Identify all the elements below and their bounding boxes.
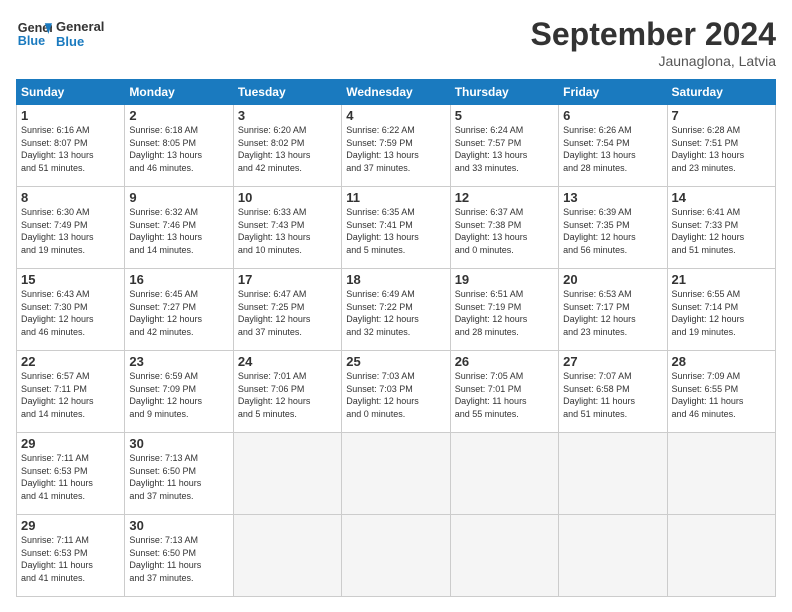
- table-row: [233, 433, 341, 515]
- col-wednesday: Wednesday: [342, 80, 450, 105]
- table-row: 10Sunrise: 6:33 AMSunset: 7:43 PMDayligh…: [233, 187, 341, 269]
- col-friday: Friday: [559, 80, 667, 105]
- table-row: 29Sunrise: 7:11 AMSunset: 6:53 PMDayligh…: [17, 433, 125, 515]
- table-row: 5Sunrise: 6:24 AMSunset: 7:57 PMDaylight…: [450, 105, 558, 187]
- table-row: 4Sunrise: 6:22 AMSunset: 7:59 PMDaylight…: [342, 105, 450, 187]
- page: General Blue General Blue September 2024…: [0, 0, 792, 612]
- table-row: 13Sunrise: 6:39 AMSunset: 7:35 PMDayligh…: [559, 187, 667, 269]
- calendar-week-6: 29Sunrise: 7:11 AMSunset: 6:53 PMDayligh…: [17, 515, 776, 597]
- calendar-week-4: 22Sunrise: 6:57 AMSunset: 7:11 PMDayligh…: [17, 351, 776, 433]
- col-saturday: Saturday: [667, 80, 775, 105]
- logo: General Blue General Blue: [16, 16, 104, 52]
- calendar-week-1: 1Sunrise: 6:16 AMSunset: 8:07 PMDaylight…: [17, 105, 776, 187]
- header: General Blue General Blue September 2024…: [16, 16, 776, 69]
- table-row: 30Sunrise: 7:13 AMSunset: 6:50 PMDayligh…: [125, 433, 233, 515]
- table-row: 26Sunrise: 7:05 AMSunset: 7:01 PMDayligh…: [450, 351, 558, 433]
- table-row: 7Sunrise: 6:28 AMSunset: 7:51 PMDaylight…: [667, 105, 775, 187]
- table-row: 20Sunrise: 6:53 AMSunset: 7:17 PMDayligh…: [559, 269, 667, 351]
- table-row: 18Sunrise: 6:49 AMSunset: 7:22 PMDayligh…: [342, 269, 450, 351]
- calendar-week-2: 8Sunrise: 6:30 AMSunset: 7:49 PMDaylight…: [17, 187, 776, 269]
- logo-general: General: [56, 19, 104, 34]
- table-row: 30Sunrise: 7:13 AMSunset: 6:50 PMDayligh…: [125, 515, 233, 597]
- table-row: 15Sunrise: 6:43 AMSunset: 7:30 PMDayligh…: [17, 269, 125, 351]
- table-row: 16Sunrise: 6:45 AMSunset: 7:27 PMDayligh…: [125, 269, 233, 351]
- table-row: 27Sunrise: 7:07 AMSunset: 6:58 PMDayligh…: [559, 351, 667, 433]
- table-row: 2Sunrise: 6:18 AMSunset: 8:05 PMDaylight…: [125, 105, 233, 187]
- col-thursday: Thursday: [450, 80, 558, 105]
- table-row: [667, 433, 775, 515]
- title-block: September 2024 Jaunaglona, Latvia: [531, 16, 776, 69]
- table-row: 28Sunrise: 7:09 AMSunset: 6:55 PMDayligh…: [667, 351, 775, 433]
- table-row: [667, 515, 775, 597]
- table-row: 23Sunrise: 6:59 AMSunset: 7:09 PMDayligh…: [125, 351, 233, 433]
- col-tuesday: Tuesday: [233, 80, 341, 105]
- table-row: 22Sunrise: 6:57 AMSunset: 7:11 PMDayligh…: [17, 351, 125, 433]
- logo-blue: Blue: [56, 34, 104, 49]
- calendar-title: September 2024: [531, 16, 776, 53]
- table-row: [450, 515, 558, 597]
- table-row: 25Sunrise: 7:03 AMSunset: 7:03 PMDayligh…: [342, 351, 450, 433]
- table-row: 19Sunrise: 6:51 AMSunset: 7:19 PMDayligh…: [450, 269, 558, 351]
- calendar-table: Sunday Monday Tuesday Wednesday Thursday…: [16, 79, 776, 597]
- table-row: 8Sunrise: 6:30 AMSunset: 7:49 PMDaylight…: [17, 187, 125, 269]
- table-row: [450, 433, 558, 515]
- table-row: 24Sunrise: 7:01 AMSunset: 7:06 PMDayligh…: [233, 351, 341, 433]
- table-row: [342, 515, 450, 597]
- table-row: [559, 433, 667, 515]
- table-row: 6Sunrise: 6:26 AMSunset: 7:54 PMDaylight…: [559, 105, 667, 187]
- calendar-subtitle: Jaunaglona, Latvia: [531, 53, 776, 69]
- table-row: 9Sunrise: 6:32 AMSunset: 7:46 PMDaylight…: [125, 187, 233, 269]
- table-row: 11Sunrise: 6:35 AMSunset: 7:41 PMDayligh…: [342, 187, 450, 269]
- table-row: 17Sunrise: 6:47 AMSunset: 7:25 PMDayligh…: [233, 269, 341, 351]
- col-monday: Monday: [125, 80, 233, 105]
- table-row: 12Sunrise: 6:37 AMSunset: 7:38 PMDayligh…: [450, 187, 558, 269]
- table-row: [559, 515, 667, 597]
- table-row: 14Sunrise: 6:41 AMSunset: 7:33 PMDayligh…: [667, 187, 775, 269]
- table-row: [233, 515, 341, 597]
- logo-icon: General Blue: [16, 16, 52, 52]
- col-sunday: Sunday: [17, 80, 125, 105]
- calendar-week-3: 15Sunrise: 6:43 AMSunset: 7:30 PMDayligh…: [17, 269, 776, 351]
- table-row: 1Sunrise: 6:16 AMSunset: 8:07 PMDaylight…: [17, 105, 125, 187]
- table-row: [342, 433, 450, 515]
- table-row: 21Sunrise: 6:55 AMSunset: 7:14 PMDayligh…: [667, 269, 775, 351]
- calendar-header-row: Sunday Monday Tuesday Wednesday Thursday…: [17, 80, 776, 105]
- table-row: 3Sunrise: 6:20 AMSunset: 8:02 PMDaylight…: [233, 105, 341, 187]
- svg-text:Blue: Blue: [18, 34, 45, 48]
- calendar-week-5: 29Sunrise: 7:11 AMSunset: 6:53 PMDayligh…: [17, 433, 776, 515]
- table-row: 29Sunrise: 7:11 AMSunset: 6:53 PMDayligh…: [17, 515, 125, 597]
